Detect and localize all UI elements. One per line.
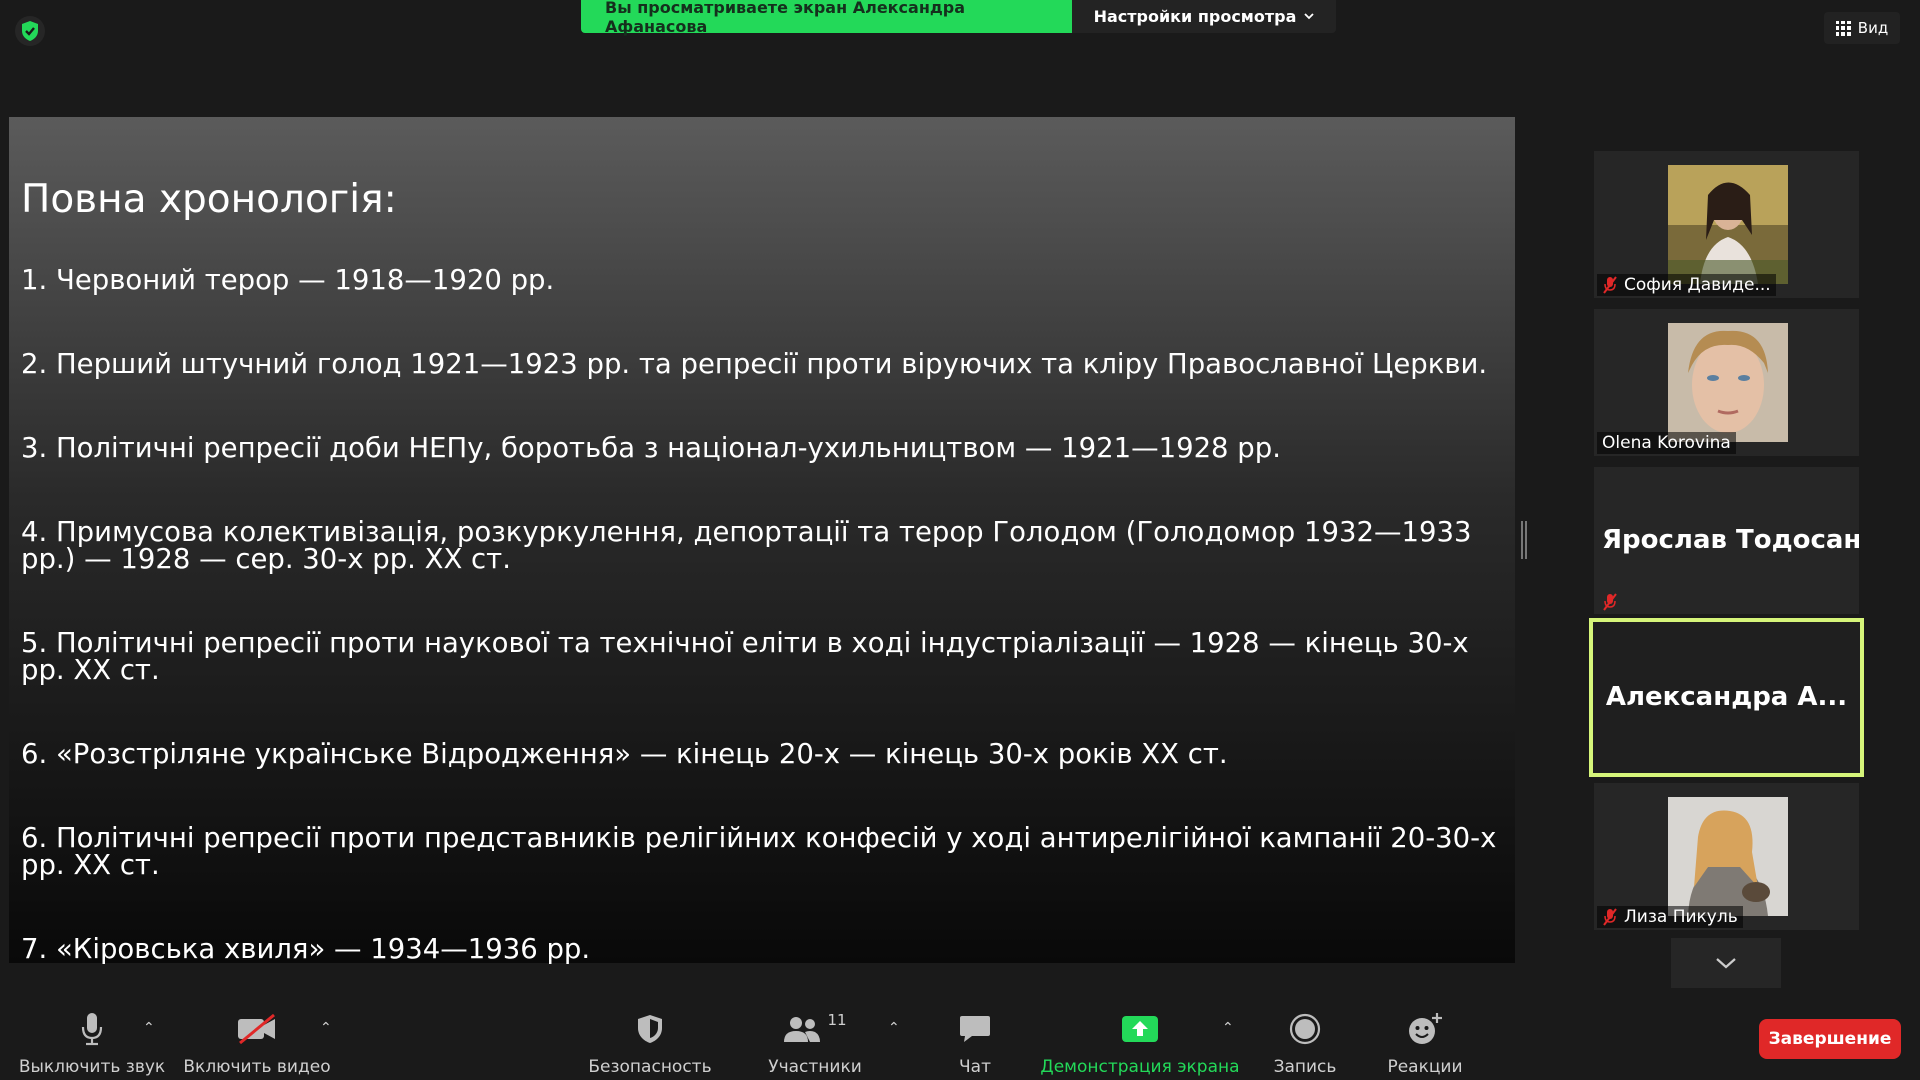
participant-name-label: Olena Korovina bbox=[1597, 432, 1736, 454]
share-screen-icon bbox=[1122, 1016, 1158, 1042]
view-layout-button[interactable]: Вид bbox=[1824, 12, 1900, 44]
chat-icon bbox=[960, 1016, 990, 1042]
participant-tile[interactable]: Ярослав Тодосан bbox=[1594, 467, 1859, 614]
slide-list: 1. Червоний терор — 1918—1920 рр. 2. Пер… bbox=[21, 264, 1511, 965]
participant-video bbox=[1668, 165, 1788, 284]
share-options-caret[interactable]: ⌃ bbox=[1222, 1020, 1234, 1036]
slide-list-item: 5. Політичні репресії проти наукової та … bbox=[21, 627, 1469, 686]
slide-list-item: 3. Політичні репресії доби НЕПу, боротьб… bbox=[21, 432, 1281, 464]
view-label: Вид bbox=[1857, 19, 1889, 37]
view-options-button[interactable]: Настройки просмотра bbox=[1072, 0, 1336, 33]
gallery-scroll-down-button[interactable] bbox=[1671, 938, 1781, 988]
slide-list-item: 4. Примусова колективізація, розкуркулен… bbox=[21, 516, 1472, 575]
video-label: Включить видео bbox=[183, 1057, 331, 1077]
record-icon bbox=[1289, 1013, 1321, 1045]
audio-options-caret[interactable]: ⌃ bbox=[143, 1020, 155, 1036]
viewing-screen-text: Вы просматриваете экран Александра Афана… bbox=[581, 0, 1072, 36]
share-screen-label: Демонстрация экрана bbox=[1040, 1057, 1240, 1077]
share-screen-button[interactable]: Демонстрация экрана bbox=[1040, 990, 1240, 1080]
security-label: Безопасность bbox=[588, 1057, 712, 1077]
chevron-down-icon bbox=[1716, 958, 1736, 969]
participant-name-label: София Давиде... bbox=[1597, 274, 1776, 296]
video-options-caret[interactable]: ⌃ bbox=[320, 1020, 332, 1036]
slide-list-item: 6. Політичні репресії проти представникі… bbox=[21, 822, 1497, 881]
participant-tile[interactable]: Лиза Пикуль bbox=[1594, 783, 1859, 930]
mic-muted-icon bbox=[1603, 908, 1617, 926]
slide-title: Повна хронологія: bbox=[21, 177, 397, 222]
panel-resize-handle[interactable] bbox=[1521, 521, 1527, 559]
meeting-toolbar: Выключить звук ⌃ Включить видео ⌃ Безопа… bbox=[0, 990, 1920, 1080]
view-options-label: Настройки просмотра bbox=[1093, 7, 1297, 26]
record-button[interactable]: Запись bbox=[1265, 990, 1345, 1080]
end-meeting-button[interactable]: Завершение bbox=[1759, 1019, 1901, 1059]
chevron-down-icon bbox=[1304, 13, 1315, 20]
participants-label: Участники bbox=[768, 1057, 862, 1077]
security-button[interactable]: Безопасность bbox=[580, 990, 720, 1080]
participant-tile[interactable]: София Давиде... bbox=[1594, 151, 1859, 298]
participants-count: 11 bbox=[827, 1011, 847, 1029]
emoji-reaction-icon bbox=[1409, 1013, 1442, 1044]
participants-button[interactable]: 11 Участники bbox=[760, 990, 870, 1080]
participant-name-large: Александра А... bbox=[1605, 682, 1848, 712]
reactions-button[interactable]: Реакции bbox=[1380, 990, 1470, 1080]
participant-tile[interactable]: Olena Korovina bbox=[1594, 309, 1859, 456]
participants-icon bbox=[784, 1017, 821, 1042]
reactions-label: Реакции bbox=[1387, 1057, 1463, 1077]
screen-share-banner: Вы просматриваете экран Александра Афана… bbox=[581, 0, 1336, 36]
participants-options-caret[interactable]: ⌃ bbox=[888, 1020, 900, 1036]
chat-label: Чат bbox=[959, 1057, 991, 1077]
video-off-icon bbox=[238, 1013, 275, 1045]
chat-button[interactable]: Чат bbox=[940, 990, 1010, 1080]
security-shield-icon[interactable] bbox=[15, 16, 45, 46]
mute-label: Выключить звук bbox=[18, 1057, 166, 1077]
participant-tile-active-speaker[interactable]: Александра А... bbox=[1589, 618, 1864, 777]
participant-video bbox=[1668, 797, 1788, 916]
shared-screen-slide: Повна хронологія: 1. Червоний терор — 19… bbox=[9, 117, 1515, 963]
microphone-icon bbox=[81, 1013, 103, 1046]
shield-icon bbox=[638, 1015, 662, 1043]
participant-status bbox=[1597, 592, 1623, 612]
slide-list-item: 2. Перший штучний голод 1921—1923 рр. та… bbox=[21, 348, 1488, 380]
start-video-button[interactable]: Включить видео bbox=[182, 990, 332, 1080]
mic-muted-icon bbox=[1603, 276, 1617, 294]
participant-video bbox=[1668, 323, 1788, 442]
slide-list-item: 6. «Розстріляне українське Відродження» … bbox=[21, 738, 1228, 770]
slide-list-item: 1. Червоний терор — 1918—1920 рр. bbox=[21, 264, 555, 296]
grid-icon bbox=[1835, 20, 1851, 36]
slide-list-item: 7. «Кіровська хвиля» — 1934—1936 рр. bbox=[21, 933, 591, 965]
participant-name-label: Лиза Пикуль bbox=[1597, 906, 1743, 928]
record-label: Запись bbox=[1273, 1057, 1337, 1077]
participant-name-large: Ярослав Тодосан bbox=[1602, 525, 1859, 555]
mic-muted-icon bbox=[1603, 593, 1617, 611]
